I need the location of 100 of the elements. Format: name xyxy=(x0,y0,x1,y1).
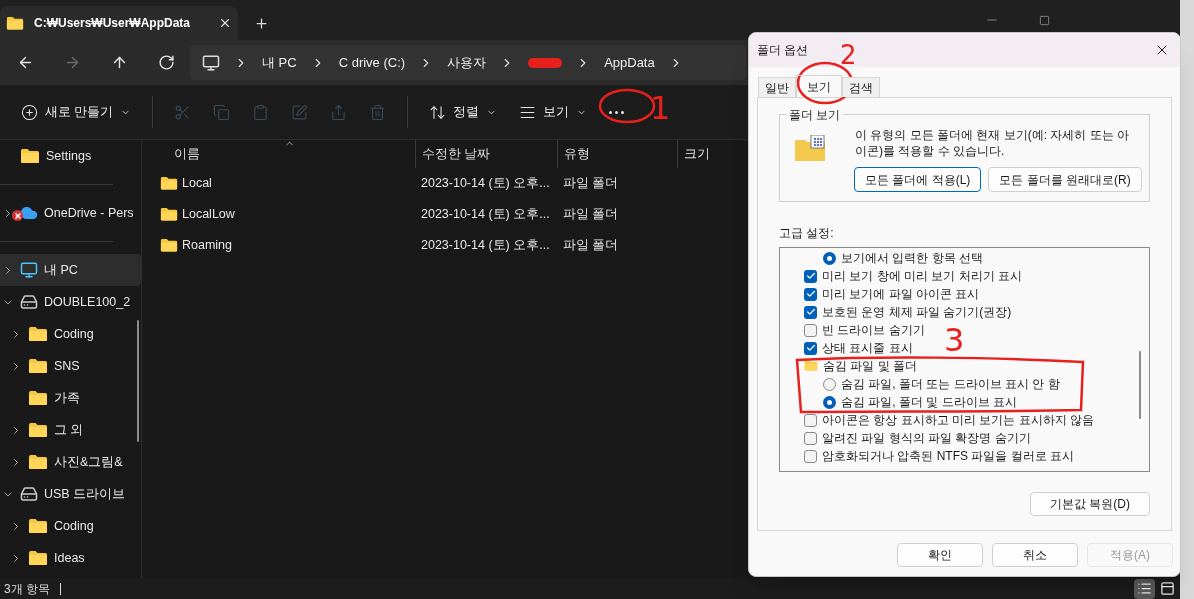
dialog-tab[interactable]: 검색 xyxy=(842,77,880,97)
sidebar-label: DOUBLE100_2 xyxy=(44,293,131,311)
folder-icon xyxy=(804,360,818,372)
dialog-tab[interactable]: 일반 xyxy=(758,77,796,97)
refresh-icon[interactable] xyxy=(158,54,175,71)
column-header[interactable]: 이름 xyxy=(142,140,415,168)
sidebar-label: Coding xyxy=(54,517,94,535)
redaction-scribble xyxy=(528,57,563,68)
sidebar-item[interactable]: SNS xyxy=(0,350,141,382)
breadcrumb-item[interactable]: 내 PC xyxy=(262,52,297,73)
address-bar[interactable]: 내 PC C drive (C:) 사용자 AppData xyxy=(190,45,746,80)
folder-icon xyxy=(28,326,48,342)
ellipsis-icon xyxy=(609,110,625,114)
option-label: 보호된 운영 체제 파일 숨기기(권장) xyxy=(822,304,1012,321)
sidebar-label: Coding xyxy=(54,325,94,343)
back-arrow-icon[interactable] xyxy=(17,54,34,71)
sidebar-item[interactable]: 가족 xyxy=(0,382,141,414)
column-header[interactable]: 수정한 날짜 xyxy=(415,140,557,168)
radio-button[interactable] xyxy=(823,377,836,391)
table-cell-text: 2023-10-14 (토) 오후... xyxy=(420,175,551,193)
checkbox[interactable] xyxy=(804,323,817,337)
checkbox[interactable] xyxy=(804,287,817,301)
apply-folders-button[interactable]: 모든 폴더에 적용(L) xyxy=(854,167,982,192)
file-name[interactable]: Roaming xyxy=(182,236,233,255)
sort-arrows-icon xyxy=(429,103,447,121)
new-tab-icon[interactable] xyxy=(254,15,269,31)
table-cell-text: 2023-10-14 (토) 오후... xyxy=(420,206,551,224)
option-label: 숨김 파일, 폴더 또는 드라이브 표시 안 함 xyxy=(841,376,1060,393)
cloud-icon xyxy=(20,204,38,222)
apply-folders-button[interactable]: 모든 폴더를 원래대로(R) xyxy=(988,167,1142,192)
option-label: 미리 보기에 파일 아이콘 표시 xyxy=(822,286,980,303)
sidebar-label: 사진&그림& xyxy=(54,453,123,471)
annotation-number: 1 xyxy=(650,92,671,124)
sidebar-label: 가족 xyxy=(54,389,80,407)
sort-button[interactable]: 정렬 xyxy=(418,95,509,129)
clipboard-icon xyxy=(252,103,270,121)
scrollbar-thumb[interactable] xyxy=(1139,351,1141,419)
scrollbar-thumb[interactable] xyxy=(137,320,139,442)
table-cell-text: 파일 폴더 xyxy=(562,237,620,255)
sidebar-item[interactable]: Coding xyxy=(0,510,141,542)
dialog-button[interactable]: 확인 xyxy=(897,543,983,567)
breadcrumb-item[interactable]: AppData xyxy=(604,52,655,73)
view-button[interactable]: 보기 xyxy=(508,95,599,129)
rename-icon xyxy=(291,103,309,121)
folder-icon xyxy=(28,518,48,534)
share-icon xyxy=(330,103,348,121)
sidebar-label: 그 외 xyxy=(54,421,84,439)
column-header[interactable]: 크기 xyxy=(677,140,737,168)
dialog-button[interactable]: 취소 xyxy=(992,543,1078,567)
sidebar-item[interactable]: Settings xyxy=(0,140,141,172)
close-tab-icon[interactable] xyxy=(218,16,232,30)
restore-defaults-button[interactable]: 기본값 복원(D) xyxy=(1030,492,1150,516)
breadcrumb-item[interactable]: C drive (C:) xyxy=(338,52,406,73)
list-icon xyxy=(1137,581,1152,596)
plus-circle-icon xyxy=(21,103,38,121)
window-tab[interactable]: C:₩Users₩User₩AppData xyxy=(0,6,238,40)
tab-title: C:₩Users₩User₩AppData xyxy=(34,15,192,32)
sidebar-label: OneDrive - Pers xyxy=(44,204,134,222)
sidebar-label: 내 PC xyxy=(44,261,78,279)
column-header[interactable]: 유형 xyxy=(557,140,677,168)
radio-button[interactable] xyxy=(823,395,836,409)
sidebar-item[interactable]: DOUBLE100_2 xyxy=(0,286,141,318)
folder-icon xyxy=(20,148,40,164)
checkbox[interactable] xyxy=(804,341,817,355)
sidebar-item[interactable]: Coding xyxy=(0,318,141,350)
checkbox[interactable] xyxy=(804,449,817,463)
folder-icon xyxy=(28,358,48,374)
up-arrow-icon[interactable] xyxy=(111,54,128,71)
table-cell-text: 2023-10-14 (토) 오후... xyxy=(420,237,551,255)
sidebar-item[interactable]: 사진&그림& xyxy=(0,446,141,478)
annotation-number: 3 xyxy=(944,324,965,356)
details-view-button[interactable] xyxy=(1134,578,1155,599)
sidebar-item[interactable]: 그 외 xyxy=(0,414,141,446)
sidebar-label: USB 드라이브 xyxy=(44,485,126,503)
drive-icon xyxy=(20,293,38,311)
sidebar-item[interactable]: OneDrive - Pers xyxy=(0,197,141,229)
monitor-icon xyxy=(202,53,220,72)
breadcrumb-item[interactable]: 사용자 xyxy=(447,52,487,73)
file-name[interactable]: Local xyxy=(182,174,212,193)
checkbox[interactable] xyxy=(804,269,817,283)
option-label: 숨김 파일 및 폴더 xyxy=(823,358,917,375)
folder-icon xyxy=(28,454,48,470)
sidebar-item[interactable]: Ideas xyxy=(0,542,141,574)
new-button[interactable]: 새로 만들기 xyxy=(10,95,143,129)
maximize-icon[interactable] xyxy=(1039,14,1050,26)
checkbox[interactable] xyxy=(804,305,817,319)
sidebar-label: SNS xyxy=(54,357,80,375)
option-label: 빈 드라이브 숨기기 xyxy=(822,322,925,339)
file-name[interactable]: LocalLow xyxy=(182,205,235,224)
folder-icon xyxy=(28,422,48,438)
checkbox[interactable] xyxy=(804,431,817,445)
radio-button[interactable] xyxy=(823,251,836,265)
option-label: 암호화되거나 압축된 NTFS 파일을 컬러로 표시 xyxy=(822,448,1074,465)
folder-icon xyxy=(6,15,24,31)
monitor-icon xyxy=(20,261,38,279)
sidebar-item[interactable]: USB 드라이브 xyxy=(0,478,141,510)
folder-icon xyxy=(160,238,178,253)
folder-grid-icon xyxy=(795,135,825,161)
sidebar-item[interactable]: 내 PC xyxy=(0,254,141,286)
checkbox[interactable] xyxy=(804,413,817,427)
